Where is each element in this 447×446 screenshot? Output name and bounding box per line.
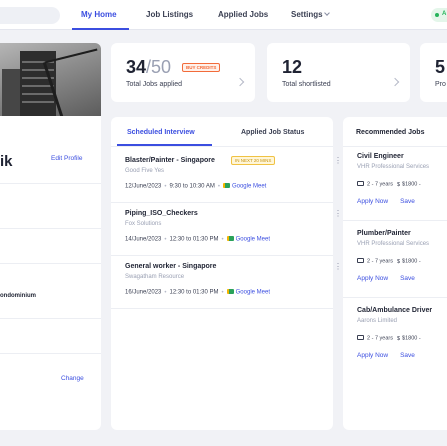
tab-applied-job-status[interactable]: Applied Job Status [241,129,304,136]
interview-title: Piping_ISO_Checkers [125,210,198,217]
nav-job-listings[interactable]: Job Listings [146,10,193,19]
stat-label: Pro [435,81,446,88]
job-actions: Apply Now Save [357,275,427,282]
apply-now-button[interactable]: Apply Now [357,198,388,205]
edit-profile-link[interactable]: Edit Profile [51,155,82,162]
job-title: Cab/Ambulance Driver [357,307,433,314]
status-badge: IN NEXT 20 MINS [231,156,276,165]
profile-card: ik Edit Profile ondominium Change [0,43,101,430]
buy-credits-button[interactable]: BUY CREDITS [182,63,221,72]
divider [343,297,447,298]
company-name: VHR Professional Services [357,164,430,170]
stat-label: Total shortlisted [282,81,331,88]
divider [343,146,447,147]
job-meta: 2 - 7 years $ $1800 - [357,335,421,342]
briefcase-icon [357,335,364,340]
active-nav-indicator [72,28,129,30]
recommended-jobs-title: Recommended Jobs [356,129,425,136]
list-item[interactable]: Cab/Ambulance Driver Aarons Limited 2 - … [357,307,447,377]
divider [111,308,333,309]
more-options-icon[interactable]: ⋮ [334,210,342,218]
dollar-icon: $ [396,335,401,342]
interview-meta: 14/June/2023 • 12:30 to 01:30 PM • Google Me… [125,236,270,243]
list-item[interactable]: Civil Engineer VHR Professional Services… [357,153,447,223]
stat-card-profile[interactable]: 5 Pro [420,43,447,102]
nav-applied-jobs[interactable]: Applied Jobs [218,10,268,19]
apply-now-button[interactable]: Apply Now [357,352,388,359]
interview-panel: Scheduled Interview Applied Job Status B… [111,117,342,430]
google-meet-link[interactable]: Google Meet [236,237,270,243]
divider [111,255,333,256]
briefcase-icon [357,181,364,186]
divider [0,318,101,319]
job-actions: Apply Now Save [357,198,427,205]
interview-meta: 16/June/2023 • 12:30 to 01:30 PM • Google Me… [125,289,270,296]
company-name: Fox Solutions [125,221,162,227]
divider [111,202,333,203]
divider [111,146,333,147]
nav-my-home[interactable]: My Home [81,10,117,19]
job-meta: 2 - 7 years $ $1800 - [357,258,421,265]
more-options-icon[interactable]: ⋮ [334,263,342,271]
jobs-applied-count: 34/50 [126,57,172,77]
search-input[interactable] [0,7,60,24]
company-name: Swagatham Resource [125,274,185,280]
profile-address: ondominium [0,293,36,299]
google-meet-icon [226,289,234,294]
chevron-right-icon[interactable] [235,77,245,87]
tab-scheduled-interview[interactable]: Scheduled Interview [127,129,195,136]
google-meet-link[interactable]: Google Meet [236,290,270,296]
company-name: VHR Professional Services [357,241,430,247]
divider [0,353,101,354]
divider [343,220,447,221]
job-meta: 2 - 7 years $ $1800 - [357,181,421,188]
job-actions: Apply Now Save [357,352,427,359]
interview-title: Blaster/Painter - Singapore [125,157,215,164]
google-meet-icon [222,183,230,188]
top-navbar: My Home Job Listings Applied Jobs Settin… [0,0,447,30]
save-button[interactable]: Save [400,198,415,205]
more-options-icon[interactable]: ⋮ [334,157,342,165]
cover-image [0,43,101,116]
company-name: Aarons Limited [357,318,398,324]
nav-settings[interactable]: Settings [291,10,323,19]
stat-card-shortlisted[interactable]: 12 Total shortlisted [267,43,410,102]
divider [0,263,101,264]
status-label: A [442,11,447,17]
dollar-icon: $ [396,258,401,265]
divider [0,228,101,229]
company-name: Good Five Yes [125,168,165,174]
job-title: Civil Engineer [357,153,404,160]
profile-name: ik [0,153,13,170]
interview-meta: 12/June/2023 • 9:30 to 10:30 AM • Google Mee… [125,183,267,190]
recommended-jobs-panel: Recommended Jobs Civil Engineer VHR Prof… [343,117,447,430]
status-dot-icon [435,13,439,17]
shortlisted-count: 12 [282,57,303,77]
divider [0,183,101,184]
stat-card-jobs-applied[interactable]: 34/50 BUY CREDITS Total Jobs applied [111,43,255,102]
change-link[interactable]: Change [61,375,84,382]
stat-label: Total Jobs applied [126,81,183,88]
chevron-right-icon[interactable] [390,77,400,87]
briefcase-icon [357,258,364,263]
save-button[interactable]: Save [400,275,415,282]
save-button[interactable]: Save [400,352,415,359]
profile-stat-count: 5 [435,57,446,77]
job-title: Plumber/Painter [357,230,411,237]
list-item[interactable]: Plumber/Painter VHR Professional Service… [357,230,447,300]
apply-now-button[interactable]: Apply Now [357,275,388,282]
google-meet-link[interactable]: Google Meet [232,184,266,190]
google-meet-icon [226,236,234,241]
chevron-down-icon[interactable] [324,10,330,16]
dollar-icon: $ [396,181,401,188]
interview-title: General worker - Singapore [125,263,217,270]
